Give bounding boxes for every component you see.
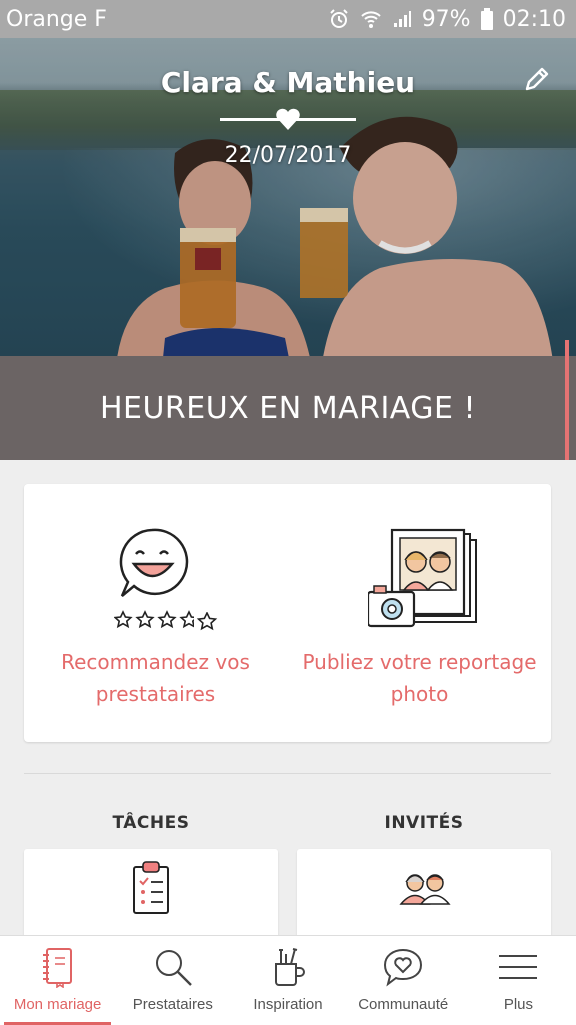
notebook-icon <box>42 948 72 988</box>
search-icon <box>155 950 192 986</box>
actions-card: Recommandez vos prestataires Publiez vot… <box>24 484 551 742</box>
publish-photos-label: Publiez votre reportage photo <box>302 650 537 706</box>
nav-label-mon-mariage: Mon mariage <box>13 996 102 1013</box>
tasks-title: TÂCHES <box>112 813 190 833</box>
clock-time: 02:10 <box>502 6 566 32</box>
tasks-card[interactable] <box>24 849 278 949</box>
alarm-icon <box>329 9 348 28</box>
couple-name: Clara & Mathieu <box>160 66 416 99</box>
signal-icon <box>393 11 411 27</box>
nav-prestataires[interactable]: Prestataires <box>115 936 230 1025</box>
nav-communaute[interactable]: Communauté <box>346 936 461 1025</box>
scroll-indicator <box>565 340 569 460</box>
status-bar: Orange F 97% 02:10 <box>0 0 576 38</box>
inspiration-cup-icon <box>275 948 305 986</box>
battery-icon <box>480 8 493 30</box>
wedding-date: 22/07/2017 <box>224 143 352 168</box>
nav-plus[interactable]: Plus <box>461 936 576 1025</box>
review-smiley-icon <box>114 528 194 629</box>
carrier-name: Orange F <box>6 6 107 32</box>
chat-heart-icon <box>384 948 423 987</box>
pencil-icon[interactable] <box>522 64 552 94</box>
guests-couple-icon <box>399 874 451 905</box>
congrats-banner: HEUREUX EN MARIAGE ! <box>0 356 576 460</box>
guests-card[interactable] <box>297 849 551 949</box>
bottom-navigation: Mon mariage Prestataires Inspiration Com… <box>0 935 576 1025</box>
divider-right <box>292 118 356 121</box>
nav-label-plus: Plus <box>503 996 533 1013</box>
wifi-icon <box>360 11 381 28</box>
nav-label-communaute: Communauté <box>358 996 449 1013</box>
nav-inspiration[interactable]: Inspiration <box>230 936 345 1025</box>
menu-icon <box>499 955 538 979</box>
photo-camera-icon <box>368 528 477 628</box>
guests-title: INVITÉS <box>384 813 464 833</box>
publish-photos-button[interactable]: Publiez votre reportage photo <box>288 484 551 742</box>
banner-text: HEUREUX EN MARIAGE ! <box>99 390 477 426</box>
nav-label-prestataires: Prestataires <box>132 996 213 1013</box>
star-icon <box>196 612 218 631</box>
recommend-vendors-button[interactable]: Recommandez vos prestataires <box>24 484 287 742</box>
battery-percent: 97% <box>421 6 471 32</box>
nav-mon-mariage[interactable]: Mon mariage <box>0 936 115 1025</box>
clipboard-checklist-icon <box>133 861 169 914</box>
section-divider <box>24 773 551 774</box>
recommend-vendors-label: Recommandez vos prestataires <box>61 650 250 706</box>
status-icons: 97% 02:10 <box>328 7 566 32</box>
nav-label-inspiration: Inspiration <box>253 996 323 1013</box>
